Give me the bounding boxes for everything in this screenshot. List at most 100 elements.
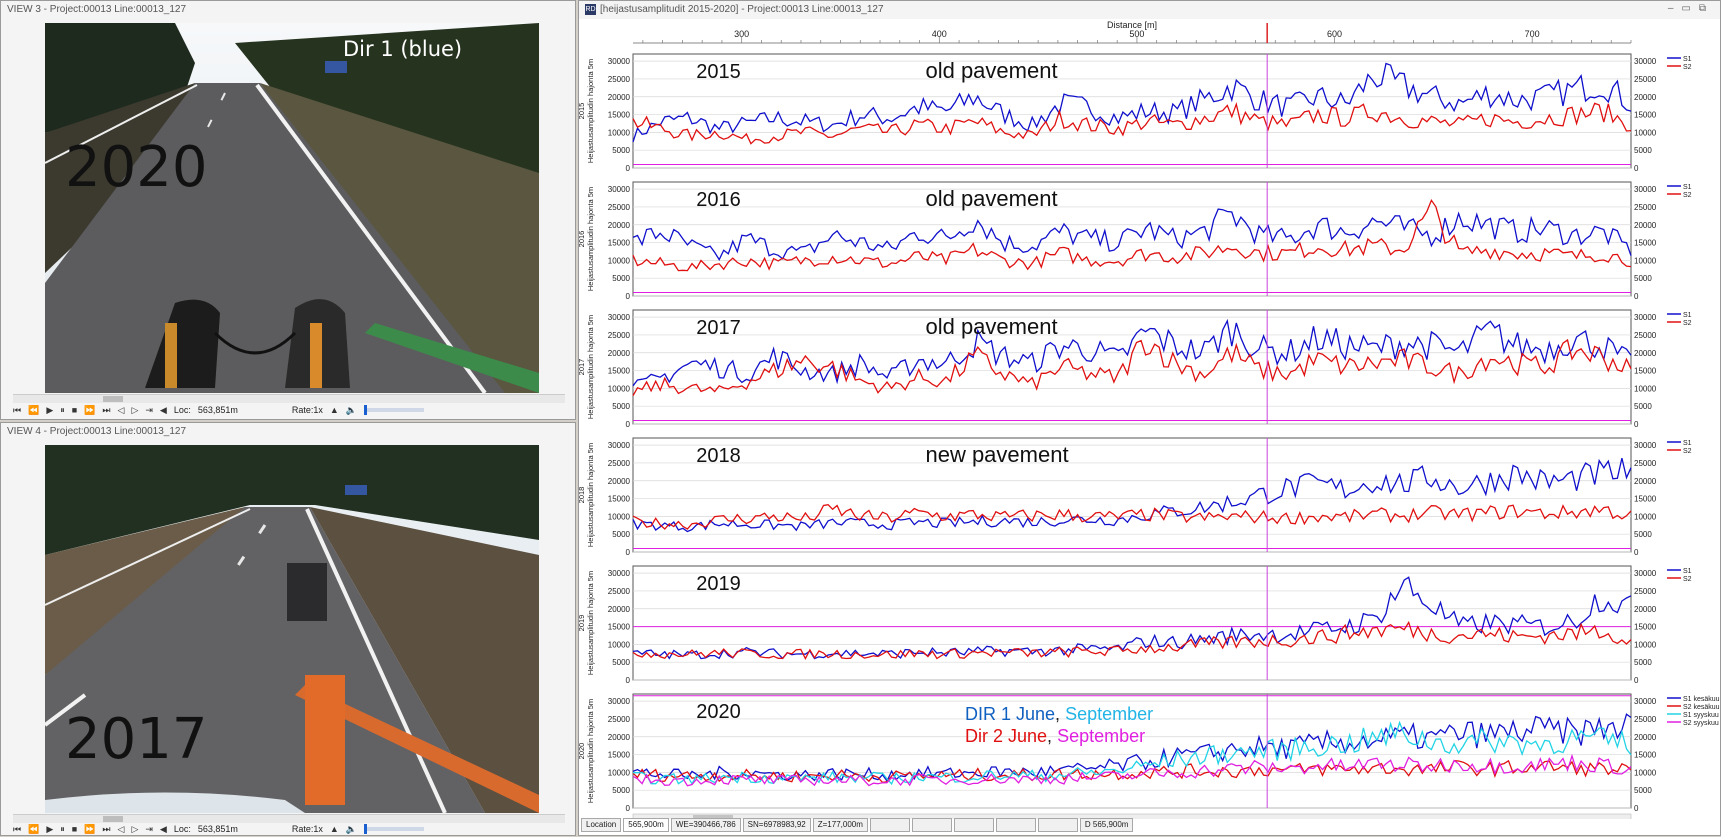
stop-icon[interactable]: ■ — [72, 824, 77, 834]
y-tick-label-right: 20000 — [1634, 93, 1657, 102]
y-axis-title: Heijastusamplitudin hajonta 5m — [586, 699, 595, 803]
play-icon[interactable]: ▶ — [46, 824, 53, 835]
y-tick-label-left: 30000 — [608, 441, 631, 450]
step-back-icon[interactable]: ◁ — [118, 824, 125, 835]
annotation-note: old pavement — [925, 186, 1057, 211]
y-tick-label-right: 25000 — [1634, 587, 1657, 596]
y-tick-label-left: 0 — [626, 164, 631, 173]
y-tick-label-left: 10000 — [608, 384, 631, 393]
pause-icon[interactable]: ⏸ — [60, 405, 65, 416]
y-axis-title: Heijastusamplitudin hajonta 5m — [586, 59, 595, 163]
y-tick-label-right: 20000 — [1634, 605, 1657, 614]
rewind-icon[interactable]: ⏪ — [28, 824, 39, 835]
chart-window-titlebar: RD [heijastusamplitudit 2015-2020] - Proj… — [579, 1, 1720, 19]
annotation-legend-part: September — [1065, 704, 1153, 724]
volume-icon[interactable]: 🔈 — [346, 824, 357, 835]
y-tick-label-left: 10000 — [608, 256, 631, 265]
y-tick-label-left: 5000 — [612, 402, 630, 411]
play-icon[interactable]: ▶ — [46, 405, 53, 416]
step-forward-icon[interactable]: ▷ — [131, 405, 138, 416]
y-tick-label-left: 15000 — [608, 751, 631, 760]
legend-label: S2 — [1683, 192, 1692, 199]
rate-up-icon[interactable]: ▲ — [330, 824, 339, 834]
restore-icon[interactable]: ⧉ — [1699, 3, 1714, 14]
skip-start-icon[interactable]: ⏮ — [13, 824, 21, 835]
statusbar: Location 565,900m WE=390466,786 SN=69789… — [581, 817, 1718, 833]
step-forward-icon[interactable]: ▷ — [131, 824, 138, 835]
y-tick-label-left: 15000 — [608, 111, 631, 120]
y-tick-label-right: 30000 — [1634, 569, 1657, 578]
annotation-note: old pavement — [925, 314, 1057, 339]
maximize-icon[interactable]: ▭ — [1681, 3, 1698, 14]
y-tick-label-left: 5000 — [612, 274, 630, 283]
y-tick-label-right: 5000 — [1634, 530, 1652, 539]
y-tick-label-left: 30000 — [608, 569, 631, 578]
y-tick-label-right: 25000 — [1634, 331, 1657, 340]
y-tick-label-left: 20000 — [608, 477, 631, 486]
x-tick-label: 500 — [1129, 29, 1144, 39]
annotation-legend-2: Dir 2 June, September — [965, 726, 1145, 746]
y-axis-title: Heijastusamplitudin hajonta 5m — [586, 315, 595, 419]
view3-panel: VIEW 3 - Project:00013 Line:00013_127 20… — [0, 0, 576, 420]
rate-up-icon[interactable]: ▲ — [330, 405, 339, 415]
x-tick-label: 700 — [1525, 29, 1540, 39]
view4-title: VIEW 4 - Project:00013 Line:00013_127 — [1, 423, 575, 441]
view3-loc-label: Loc: — [173, 405, 191, 415]
fast-forward-icon[interactable]: ⏩ — [84, 824, 95, 835]
y-tick-label-left: 0 — [626, 804, 631, 813]
fast-forward-icon[interactable]: ⏩ — [84, 405, 95, 416]
y-tick-label-right: 10000 — [1634, 384, 1657, 393]
pause-icon[interactable]: ⏸ — [60, 824, 65, 835]
frame-step-icon[interactable]: ⇥ — [145, 824, 153, 835]
y-tick-label-left: 5000 — [612, 786, 630, 795]
view3-rate-label: Rate:1x — [291, 405, 323, 415]
skip-end-icon[interactable]: ⏭ — [102, 405, 110, 416]
stop-icon[interactable]: ■ — [72, 405, 77, 415]
reverse-icon[interactable]: ◀ — [160, 824, 167, 835]
skip-start-icon[interactable]: ⏮ — [13, 405, 21, 416]
legend-label: S1 — [1683, 440, 1692, 447]
view4-panel: VIEW 4 - Project:00013 Line:00013_127 20… — [0, 422, 576, 836]
annotation-year: 2015 — [696, 61, 741, 83]
y-tick-label-right: 5000 — [1634, 274, 1652, 283]
step-back-icon[interactable]: ◁ — [118, 405, 125, 416]
view4-volume-slider[interactable] — [364, 824, 425, 834]
x-tick-label: 600 — [1327, 29, 1342, 39]
chart-area[interactable]: Distance [m]300 400 500 600 7000 05000 5000100… — [579, 19, 1720, 819]
view4-video[interactable]: 2017 — [45, 445, 539, 813]
legend-label: S1 — [1683, 184, 1692, 191]
y-tick-label-left: 15000 — [608, 239, 631, 248]
minimize-icon[interactable]: – — [1668, 3, 1682, 14]
y-axis-year: 2018 — [579, 487, 586, 504]
y-tick-label-right: 25000 — [1634, 203, 1657, 212]
skip-end-icon[interactable]: ⏭ — [102, 824, 110, 835]
y-tick-label-right: 30000 — [1634, 441, 1657, 450]
reverse-icon[interactable]: ◀ — [160, 405, 167, 416]
frame-step-icon[interactable]: ⇥ — [145, 405, 153, 416]
y-tick-label-left: 5000 — [612, 658, 630, 667]
y-tick-label-right: 30000 — [1634, 57, 1657, 66]
chart-window: RD [heijastusamplitudit 2015-2020] - Proj… — [578, 0, 1721, 836]
legend-label: S1 — [1683, 56, 1692, 63]
x-tick-label: 300 — [734, 29, 749, 39]
y-tick-label-left: 25000 — [608, 331, 631, 340]
legend-label: S2 — [1683, 64, 1692, 71]
rewind-icon[interactable]: ⏪ — [28, 405, 39, 416]
status-empty-1 — [869, 818, 910, 832]
status-location-label: Location — [581, 818, 622, 832]
legend-label: S2 syyskuu — [1683, 720, 1719, 727]
y-axis-year: 2017 — [579, 359, 586, 376]
volume-icon[interactable]: 🔈 — [346, 405, 357, 416]
y-tick-label-left: 20000 — [608, 221, 631, 230]
view3-video[interactable]: 2020 Dir 1 (blue) — [45, 23, 539, 393]
annotation-legend-part: , — [1055, 704, 1065, 724]
annotation-year: 2020 — [696, 701, 741, 723]
annotation-legend-part: DIR 1 June — [965, 704, 1055, 724]
road-scene-2020 — [45, 23, 539, 393]
legend-label: S2 kesäkuu — [1683, 704, 1720, 711]
y-tick-label-right: 10000 — [1634, 256, 1657, 265]
y-tick-label-left: 10000 — [608, 512, 631, 521]
y-tick-label-right: 0 — [1634, 548, 1639, 557]
view3-volume-slider[interactable] — [364, 405, 425, 415]
status-location-input[interactable]: 565,900m — [623, 818, 669, 832]
